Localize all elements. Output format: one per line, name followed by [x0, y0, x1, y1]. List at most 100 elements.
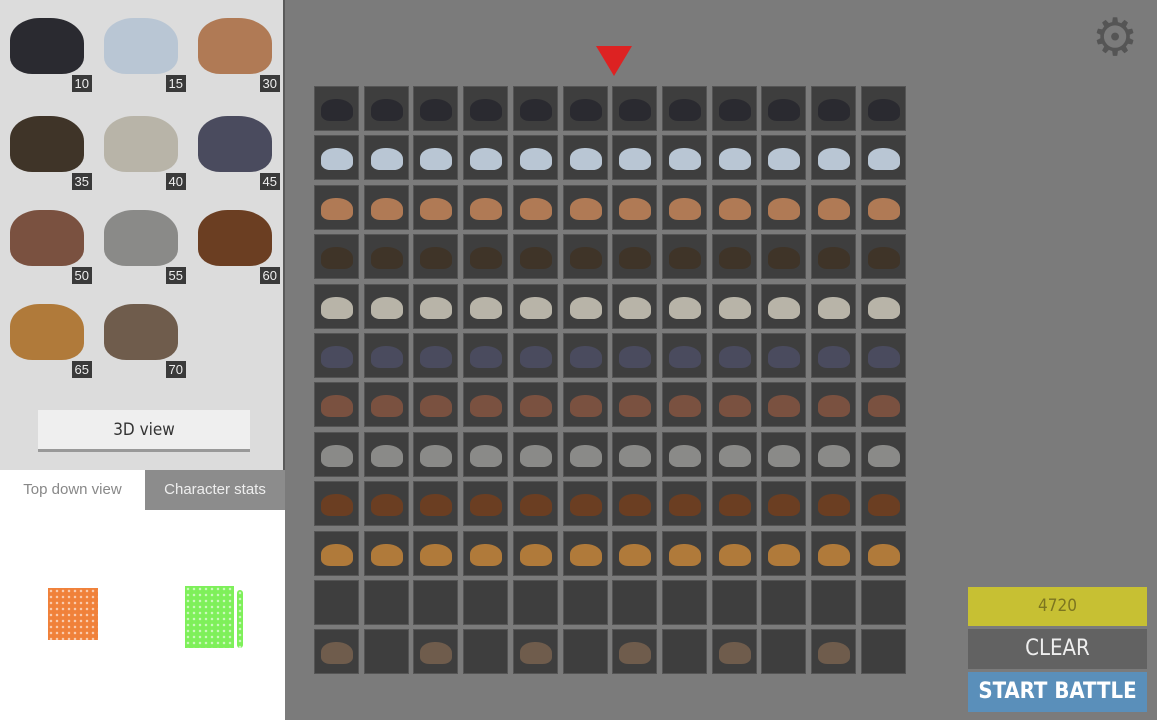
- grid-cell[interactable]: [512, 333, 558, 378]
- grid-cell[interactable]: [761, 86, 807, 131]
- grid-cell[interactable]: [761, 234, 807, 280]
- grid-cell[interactable]: [314, 184, 359, 230]
- grid-cell[interactable]: [612, 184, 658, 230]
- grid-cell[interactable]: [562, 86, 608, 131]
- grid-cell[interactable]: [562, 431, 608, 477]
- grid-cell[interactable]: [811, 382, 856, 428]
- grid-cell[interactable]: [463, 234, 509, 280]
- gear-icon[interactable]: ⚙: [1090, 12, 1140, 64]
- grid-cell[interactable]: [314, 234, 359, 280]
- grid-cell[interactable]: [860, 431, 906, 477]
- grid-cell[interactable]: [363, 530, 409, 576]
- grid-cell[interactable]: [860, 333, 906, 378]
- grid-cell[interactable]: [761, 333, 807, 378]
- grid-cell[interactable]: [811, 580, 856, 625]
- grid-cell[interactable]: [661, 629, 707, 675]
- unit-card-rhino[interactable]: 55: [98, 196, 186, 284]
- unit-card-lion[interactable]: 65: [4, 290, 92, 378]
- grid-cell[interactable]: [363, 481, 409, 527]
- grid-cell[interactable]: [512, 184, 558, 230]
- grid-cell[interactable]: [612, 234, 658, 280]
- grid-cell[interactable]: [661, 333, 707, 378]
- grid-cell[interactable]: [314, 629, 359, 675]
- grid-cell[interactable]: [363, 333, 409, 378]
- grid-cell[interactable]: [860, 234, 906, 280]
- grid-cell[interactable]: [463, 431, 509, 477]
- grid-cell[interactable]: [860, 135, 906, 181]
- grid-cell[interactable]: [562, 234, 608, 280]
- grid-cell[interactable]: [612, 431, 658, 477]
- unit-card-seagull[interactable]: 15: [98, 4, 186, 92]
- grid-cell[interactable]: [413, 135, 459, 181]
- grid-cell[interactable]: [860, 530, 906, 576]
- grid-cell[interactable]: [363, 234, 409, 280]
- grid-cell[interactable]: [661, 234, 707, 280]
- grid-cell[interactable]: [661, 283, 707, 329]
- grid-cell[interactable]: [512, 629, 558, 675]
- grid-cell[interactable]: [463, 135, 509, 181]
- grid-cell[interactable]: [811, 86, 856, 131]
- grid-cell[interactable]: [711, 86, 757, 131]
- grid-cell[interactable]: [711, 382, 757, 428]
- grid-cell[interactable]: [363, 86, 409, 131]
- grid-cell[interactable]: [711, 184, 757, 230]
- grid-cell[interactable]: [512, 382, 558, 428]
- grid-cell[interactable]: [512, 530, 558, 576]
- grid-cell[interactable]: [711, 283, 757, 329]
- unit-card-wolf[interactable]: 40: [98, 102, 186, 190]
- grid-cell[interactable]: [711, 629, 757, 675]
- grid-cell[interactable]: [562, 283, 608, 329]
- grid-cell[interactable]: [860, 629, 906, 675]
- grid-cell[interactable]: [612, 481, 658, 527]
- grid-cell[interactable]: [860, 184, 906, 230]
- grid-cell[interactable]: [612, 333, 658, 378]
- grid-cell[interactable]: [711, 431, 757, 477]
- grid-cell[interactable]: [761, 283, 807, 329]
- grid-cell[interactable]: [761, 382, 807, 428]
- grid-cell[interactable]: [661, 184, 707, 230]
- grid-cell[interactable]: [363, 184, 409, 230]
- grid-cell[interactable]: [413, 86, 459, 131]
- grid-cell[interactable]: [413, 431, 459, 477]
- grid-cell[interactable]: [612, 530, 658, 576]
- grid-cell[interactable]: [761, 184, 807, 230]
- grid-cell[interactable]: [661, 530, 707, 576]
- unit-card-crocodile[interactable]: 45: [192, 102, 280, 190]
- grid-cell[interactable]: [562, 580, 608, 625]
- grid-cell[interactable]: [463, 184, 509, 230]
- grid-cell[interactable]: [562, 333, 608, 378]
- grid-cell[interactable]: [413, 283, 459, 329]
- grid-cell[interactable]: [512, 234, 558, 280]
- grid-cell[interactable]: [413, 629, 459, 675]
- grid-cell[interactable]: [314, 431, 359, 477]
- grid-cell[interactable]: [612, 382, 658, 428]
- grid-cell[interactable]: [811, 234, 856, 280]
- grid-cell[interactable]: [860, 580, 906, 625]
- grid-cell[interactable]: [761, 530, 807, 576]
- grid-cell[interactable]: [314, 283, 359, 329]
- grid-cell[interactable]: [711, 135, 757, 181]
- clear-button[interactable]: CLEAR: [968, 629, 1147, 669]
- grid-cell[interactable]: [661, 481, 707, 527]
- grid-cell[interactable]: [363, 629, 409, 675]
- grid-cell[interactable]: [661, 382, 707, 428]
- grid-cell[interactable]: [314, 481, 359, 527]
- grid-cell[interactable]: [413, 184, 459, 230]
- grid-cell[interactable]: [711, 481, 757, 527]
- grid-cell[interactable]: [761, 135, 807, 181]
- grid-cell[interactable]: [711, 333, 757, 378]
- tab-top-down-view[interactable]: Top down view: [0, 470, 145, 510]
- grid-cell[interactable]: [512, 431, 558, 477]
- grid-cell[interactable]: [612, 135, 658, 181]
- 3d-view-button[interactable]: 3D view: [38, 410, 250, 452]
- grid-cell[interactable]: [761, 481, 807, 527]
- grid-cell[interactable]: [512, 283, 558, 329]
- grid-cell[interactable]: [363, 283, 409, 329]
- grid-cell[interactable]: [512, 580, 558, 625]
- start-battle-button[interactable]: START BATTLE: [968, 672, 1147, 712]
- grid-cell[interactable]: [512, 135, 558, 181]
- grid-cell[interactable]: [314, 86, 359, 131]
- grid-cell[interactable]: [612, 629, 658, 675]
- grid-cell[interactable]: [314, 333, 359, 378]
- grid-cell[interactable]: [711, 234, 757, 280]
